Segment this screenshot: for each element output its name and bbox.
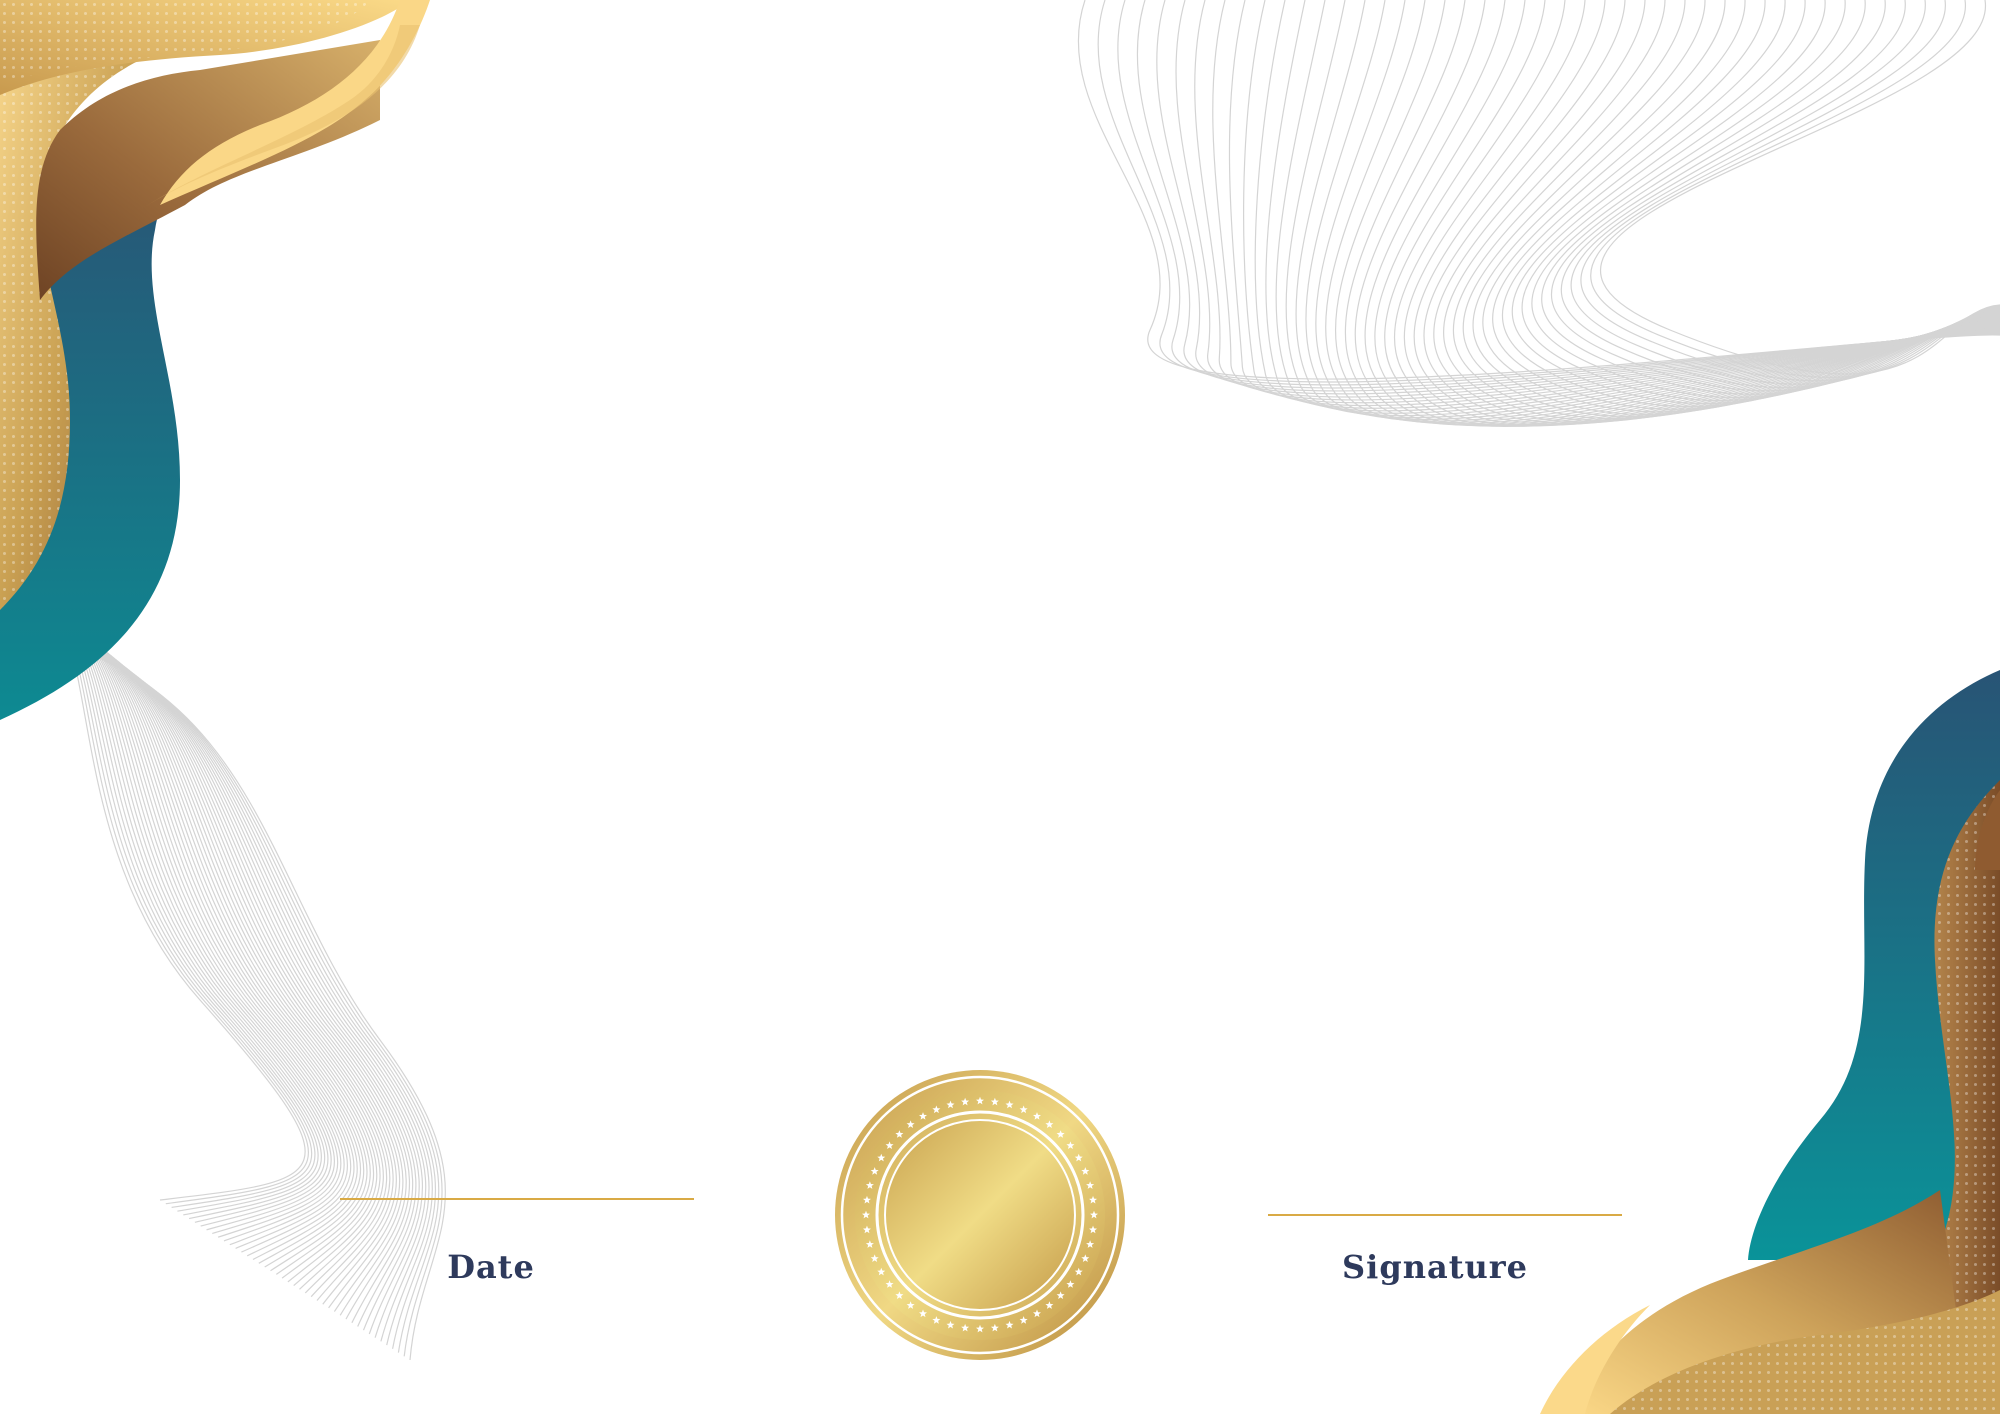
wave-line [1570, 0, 2000, 385]
wave-line [1097, 0, 2000, 383]
wave-line [0, 606, 365, 1268]
ribbon-top-left [0, 0, 430, 720]
wave-line [0, 612, 388, 1294]
wave-line [0, 601, 348, 1249]
wave-line [1315, 0, 2000, 422]
wave-line [1136, 0, 2000, 389]
signature-label: Signature [1342, 1248, 1528, 1286]
wave-line [1194, 0, 2000, 398]
date-line [340, 1198, 694, 1200]
wave-line [0, 610, 381, 1287]
wave-line [1462, 0, 2000, 418]
certificate-decoration [0, 0, 2000, 1414]
wave-line [0, 598, 339, 1238]
wave-line [1305, 0, 2000, 421]
wave-line [1590, 0, 2000, 378]
wave-line [0, 599, 342, 1242]
wave-lines-top-right [1077, 0, 2000, 427]
ribbon-bottom-right [1540, 670, 2000, 1414]
wave-line [1560, 0, 2000, 389]
wave-line [0, 608, 371, 1275]
wave-line [1325, 0, 2000, 424]
date-label: Date [447, 1248, 535, 1286]
signature-line [1268, 1214, 1622, 1216]
wave-line [1117, 0, 2000, 386]
gold-seal [835, 1070, 1125, 1360]
wave-line [1580, 0, 2000, 382]
certificate-page: Date Signature [0, 0, 2000, 1414]
wave-line [0, 611, 384, 1290]
wave-line [1212, 0, 2000, 401]
wave-lines-left [0, 587, 446, 1361]
